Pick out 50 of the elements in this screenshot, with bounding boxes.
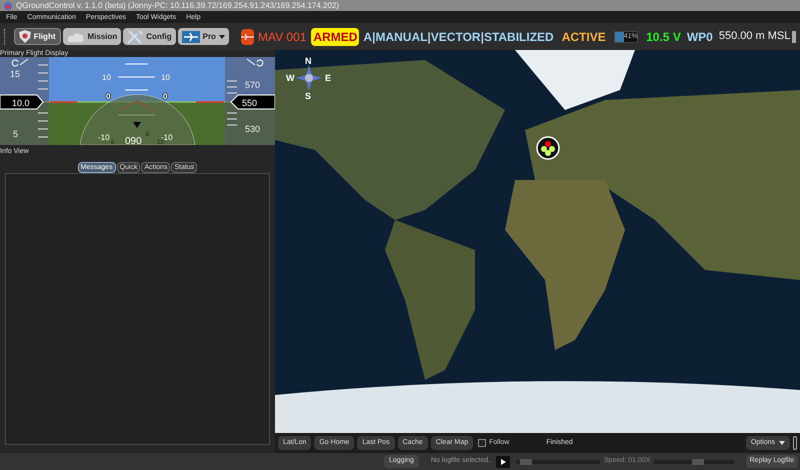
- cloud-icon: [66, 32, 84, 42]
- perspective-tab[interactable]: Mission: [62, 28, 122, 45]
- speed-readout: 10.0: [0, 94, 44, 110]
- battery-voltage: 10.5 V: [646, 28, 681, 46]
- altitude-scale-ticks: [226, 80, 238, 126]
- panel-edge-button[interactable]: [793, 436, 797, 450]
- perspective-tab[interactable]: Flight: [14, 28, 60, 45]
- waypoint: WP0: [686, 28, 713, 46]
- speed-tick-label: 5: [13, 129, 18, 139]
- play-button[interactable]: [496, 456, 510, 468]
- flight-mode: A|MANUAL|VECTOR|STABILIZED: [363, 28, 554, 46]
- altitude-tick-label: 530: [245, 124, 260, 134]
- compass-letter: E: [324, 72, 331, 85]
- pitch-label: 10: [161, 73, 170, 82]
- perspective-tab[interactable]: Config: [123, 28, 176, 45]
- window-title: QGroundControl v. 1.1.0 (beta) (Jonny-PC: 10.116.39.72/169.254.91.243/169.254.174.202): [16, 2, 340, 10]
- replay-progress-handle[interactable]: [520, 458, 532, 464]
- heading-pointer: [133, 122, 141, 128]
- compass-letter: N: [305, 55, 312, 68]
- heading-readout: 090: [125, 136, 142, 145]
- pitch-label: -10: [98, 133, 110, 142]
- speed-tick-label: 15: [10, 69, 20, 79]
- pitch-label: 0: [106, 92, 110, 101]
- altitude-tick-label: 570: [245, 80, 260, 90]
- app-icon: [4, 2, 12, 10]
- pitch-label: 10: [102, 73, 111, 82]
- vehicle-marker-icon: [536, 136, 560, 160]
- vehicle-icon: [240, 28, 254, 44]
- follow-checkbox[interactable]: [478, 439, 486, 447]
- armed-status: ARMED: [311, 28, 360, 46]
- caret-icon: [218, 34, 225, 38]
- compass-rose-icon: [296, 65, 322, 91]
- compass-letter: W: [286, 72, 294, 85]
- caret-icon: [779, 441, 785, 445]
- shield-icon: [18, 30, 31, 43]
- perspective-tab[interactable]: Pro: [178, 28, 229, 45]
- altitude-readout: 550: [230, 94, 275, 110]
- altitude-reading: 550.00 m MSL: [718, 29, 790, 44]
- system-state: ACTIVE: [562, 28, 606, 46]
- bank-marker-icon: [12, 58, 28, 66]
- vehicle-name: MAV 001: [258, 28, 306, 46]
- bank-marker-icon: [246, 58, 264, 66]
- plane-icon: [182, 30, 200, 42]
- speed-slider-handle[interactable]: [692, 458, 704, 464]
- toolbar-extension-button[interactable]: [792, 30, 796, 42]
- pitch-label: 0: [163, 92, 168, 101]
- compass-letter: S: [305, 90, 312, 102]
- pitch-label: -10: [161, 133, 173, 142]
- world-map-drawing[interactable]: [275, 50, 800, 433]
- play-icon: [500, 458, 506, 464]
